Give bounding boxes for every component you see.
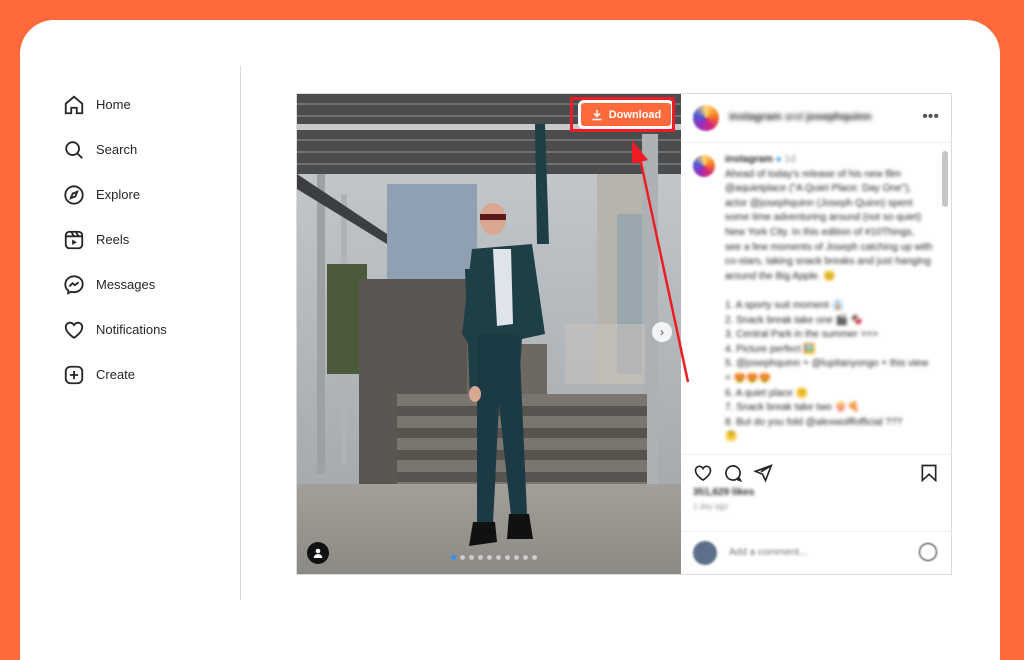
comment-composer [681,531,951,574]
avatar[interactable] [693,155,715,177]
carousel-dot[interactable] [469,555,474,560]
sidebar-item-label: Notifications [96,322,167,337]
caption-scrollbar[interactable] [942,151,948,207]
chevron-right-icon: › [660,325,664,339]
more-options-icon[interactable]: ••• [922,108,939,126]
compass-icon [62,183,86,207]
sidebar-item-label: Reels [96,232,130,247]
sidebar-item-create[interactable]: Create [62,352,232,397]
photo-scene [297,94,681,574]
carousel-dot[interactable] [532,555,537,560]
post-timestamp: 1 day ago [693,502,729,511]
collaborator-username[interactable]: josephquinn [806,111,871,123]
post-photo[interactable]: Download › [297,94,681,574]
comment-input[interactable] [727,546,891,559]
heart-icon [62,318,86,342]
plus-square-icon [62,363,86,387]
sidebar-item-home[interactable]: Home [62,82,232,127]
author-joiner: and [784,111,803,123]
avatar [693,541,717,565]
search-icon [62,138,86,162]
sidebar-item-label: Create [96,367,136,382]
sidebar-item-messages[interactable]: Messages [62,262,232,307]
carousel-dot[interactable] [451,555,456,560]
home-icon [62,93,86,117]
verified-badge-icon: ● [775,154,782,165]
carousel-dot[interactable] [496,555,501,560]
carousel-next-button[interactable]: › [652,322,672,342]
reels-icon [62,228,86,252]
carousel-dot[interactable] [514,555,519,560]
sidebar-item-label: Explore [96,187,141,202]
sidebar-item-label: Home [96,97,131,112]
share-icon[interactable] [753,463,773,483]
post-details-panel: instagram and josephquinn ••• instagram … [681,94,951,574]
like-heart-icon[interactable] [693,463,713,483]
sidebar-item-label: Messages [96,277,156,292]
author-username[interactable]: instagram [729,111,782,123]
sidebar-nav: Home Search Explore Reels Messages Notif… [62,82,232,397]
post-modal: Download › instagram and josephquinn •••… [296,93,952,575]
sidebar-divider [240,66,241,600]
sidebar-item-search[interactable]: Search [62,127,232,172]
sidebar-item-reels[interactable]: Reels [62,217,232,262]
carousel-dot[interactable] [487,555,492,560]
post-header: instagram and josephquinn ••• [681,94,951,143]
user-icon [313,548,323,558]
download-button[interactable]: Download [581,103,671,126]
carousel-dot[interactable] [523,555,528,560]
sidebar-item-label: Search [96,142,138,157]
comment-icon[interactable] [723,463,743,483]
download-button-label: Download [608,108,662,121]
sidebar-item-notifications[interactable]: Notifications [62,307,232,352]
download-icon [592,109,602,120]
avatar[interactable] [693,105,719,131]
carousel-dot[interactable] [460,555,465,560]
caption-text: instagram ● 1d Ahead of today's release … [725,153,933,445]
sidebar-item-explore[interactable]: Explore [62,172,232,217]
post-authors[interactable]: instagram and josephquinn [729,111,871,123]
likes-count[interactable]: 351,629 likes [693,487,754,498]
carousel-dot[interactable] [505,555,510,560]
content-card: Home Search Explore Reels Messages Notif… [20,20,1000,660]
carousel-dot[interactable] [478,555,483,560]
carousel-indicator [451,555,537,560]
caption-body: Ahead of today's release of his new film… [725,168,933,443]
save-bookmark-icon[interactable] [919,463,939,483]
tagged-users-button[interactable] [307,542,329,564]
caption-area: instagram ● 1d Ahead of today's release … [681,143,951,453]
messenger-icon [62,273,86,297]
caption-age: 1d [784,154,796,165]
post-actions [681,454,951,487]
caption-username[interactable]: instagram [725,154,773,165]
emoji-icon[interactable] [919,543,937,561]
